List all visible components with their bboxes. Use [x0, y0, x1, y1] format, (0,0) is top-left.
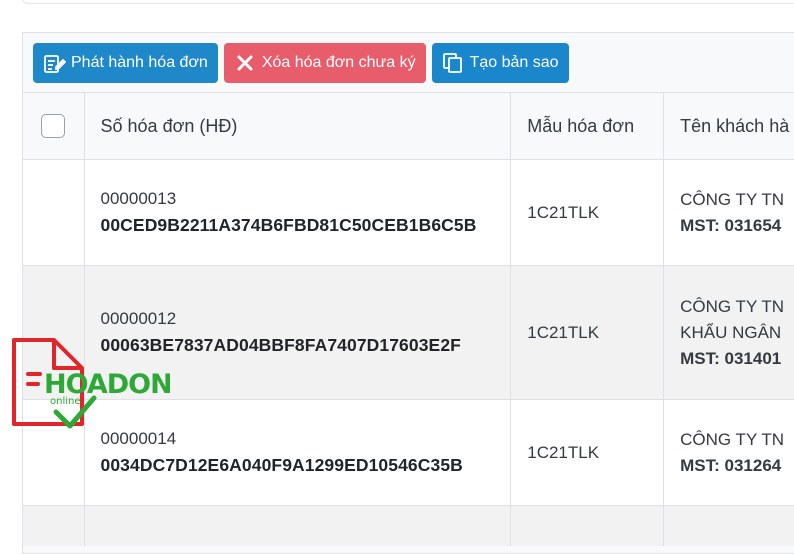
create-copy-button[interactable]: Tạo bản sao [431, 43, 569, 83]
delete-unsigned-label: Xóa hóa đơn chưa ký [261, 54, 416, 71]
invoice-number: 00000012 [100, 309, 177, 328]
invoice-template: 1C21TLK [527, 442, 600, 462]
table-row[interactable]: 00000013 00CED9B2211A374B6FBD81C50CEB1B6… [23, 159, 794, 265]
customer-name: CÔNG TY TN [680, 296, 785, 316]
table-header: Số hóa đơn (HĐ) Mẫu hóa đơn Tên khách hà [23, 92, 794, 159]
customer-name: CÔNG TY TN [680, 429, 785, 449]
copy-icon [440, 50, 466, 76]
customer-tax-code: MST: 031654 [680, 215, 782, 235]
edit-document-icon [41, 50, 67, 76]
invoice-number: 00000014 [100, 429, 177, 448]
delete-unsigned-button[interactable]: Xóa hóa đơn chưa ký [223, 43, 426, 83]
select-all-checkbox[interactable] [41, 114, 66, 138]
customer-name-line2: KHẨU NGÂN [680, 322, 782, 342]
header-invoice-number[interactable]: Số hóa đơn (HĐ) [85, 93, 512, 159]
invoice-code: 0034DC7D12E6A040F9A1299ED10546C35B [100, 455, 463, 475]
invoice-template: 1C21TLK [527, 202, 600, 222]
customer-name: CÔNG TY TN [680, 189, 785, 209]
create-copy-label: Tạo bản sao [469, 54, 559, 71]
invoice-number: 00000013 [100, 189, 177, 208]
close-icon [232, 50, 258, 76]
hoadon-online-watermark-logo: HOADON online [10, 336, 173, 431]
issue-invoice-button[interactable]: Phát hành hóa đơn [33, 43, 218, 83]
invoice-panel: Phát hành hóa đơn Xóa hóa đơn chưa ký Tạ… [22, 32, 794, 554]
top-card [22, 0, 794, 4]
watermark-subtext: online [50, 396, 81, 407]
issue-invoice-label: Phát hành hóa đơn [71, 54, 208, 71]
row-select-cell[interactable] [23, 160, 85, 265]
header-invoice-template[interactable]: Mẫu hóa đơn [511, 93, 665, 159]
invoice-code: 00CED9B2211A374B6FBD81C50CEB1B6C5B [100, 215, 477, 235]
invoice-table: Số hóa đơn (HĐ) Mẫu hóa đơn Tên khách hà… [23, 92, 794, 546]
select-all-cell [23, 93, 85, 159]
header-customer-name[interactable]: Tên khách hà [664, 93, 794, 159]
toolbar: Phát hành hóa đơn Xóa hóa đơn chưa ký Tạ… [33, 43, 569, 83]
customer-tax-code: MST: 031401 [680, 348, 782, 368]
invoice-template: 1C21TLK [527, 322, 600, 342]
customer-tax-code: MST: 031264 [680, 455, 782, 475]
